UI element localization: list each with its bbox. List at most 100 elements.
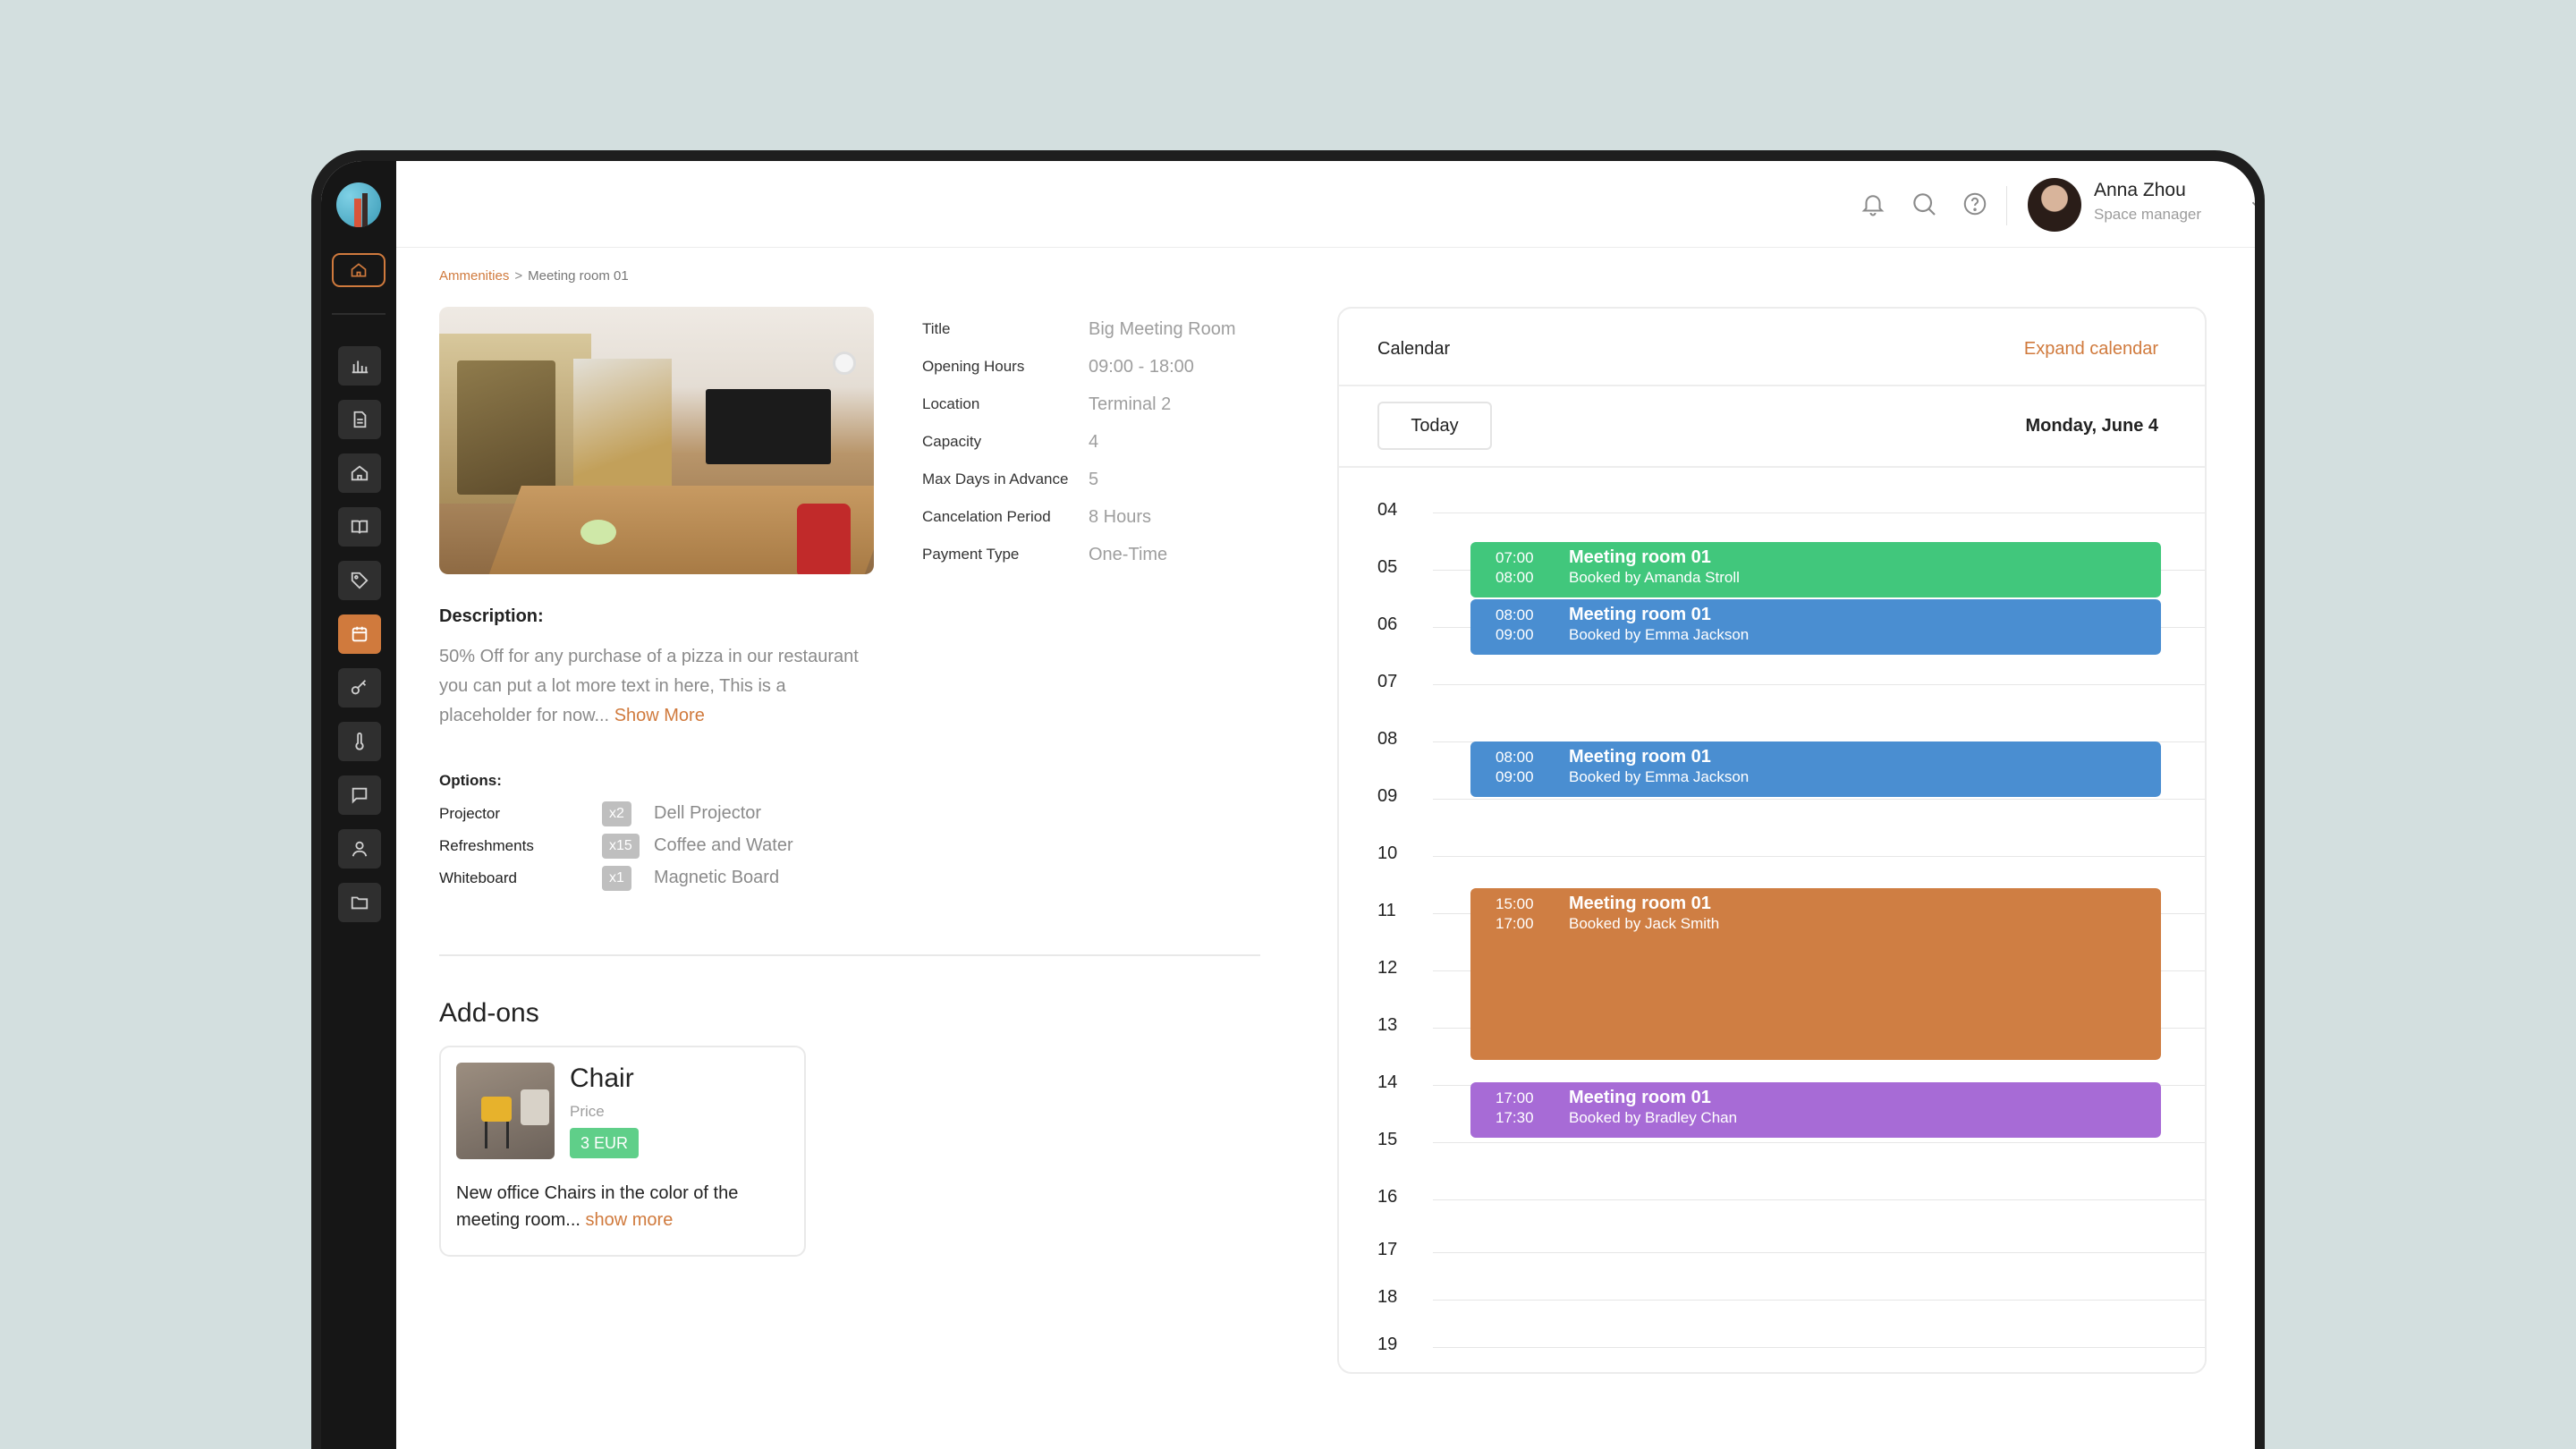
options-title: Options: [439, 772, 502, 789]
addon-price-badge: 3 EUR [570, 1128, 640, 1158]
event-start-time: 07:00 [1496, 549, 1534, 566]
detail-label: Payment Type [922, 546, 1020, 563]
event-booked-by: Booked by Emma Jackson [1569, 768, 1750, 785]
hour-gridline [1433, 799, 2205, 800]
description-text: 50% Off for any purchase of a pizza in o… [439, 642, 877, 731]
hour-label: 12 [1377, 958, 1398, 978]
addon-price-label: Price [570, 1103, 605, 1120]
event-start-time: 08:00 [1496, 606, 1534, 623]
detail-value: 4 [1089, 432, 1099, 452]
document-icon [353, 411, 367, 428]
calendar-event[interactable]: 08:00 09:00 Meeting room 01 Booked by Emma … [1470, 741, 2161, 797]
event-end-time: 09:00 [1496, 626, 1534, 643]
option-description: Magnetic Board [654, 868, 780, 887]
hour-label: 07 [1377, 672, 1398, 691]
breadcrumb-current: Meeting room 01 [528, 268, 629, 284]
hour-label: 04 [1377, 500, 1398, 520]
calendar-event[interactable]: 17:00 17:30 Meeting room 01 Booked by Bradl… [1470, 1082, 2161, 1138]
show-more-link[interactable]: Show More [614, 706, 705, 725]
event-start-time: 15:00 [1496, 895, 1534, 912]
sidebar-item-analytics[interactable] [338, 346, 381, 386]
calendar-date: Monday, June 4 [2025, 416, 2158, 436]
sidebar-item-climate[interactable] [338, 722, 381, 761]
hour-label: 18 [1377, 1287, 1398, 1307]
option-quantity-badge: x2 [602, 801, 631, 826]
header-divider [2006, 186, 2007, 225]
addon-image [456, 1063, 555, 1159]
book-icon [351, 520, 369, 534]
detail-value: Big Meeting Room [1089, 319, 1236, 339]
thermometer-icon [355, 732, 364, 750]
logo[interactable] [336, 182, 381, 227]
chat-icon [352, 787, 368, 804]
event-start-time: 08:00 [1496, 749, 1534, 766]
hour-gridline [1433, 1142, 2205, 1143]
avatar[interactable] [2028, 178, 2081, 232]
breadcrumb-separator: > [514, 268, 523, 284]
hour-gridline [1433, 684, 2205, 685]
option-description: Dell Projector [654, 803, 762, 823]
calendar-event[interactable]: 08:00 09:00 Meeting room 01 Booked by Emma … [1470, 599, 2161, 655]
detail-label: Location [922, 395, 980, 412]
option-name: Whiteboard [439, 869, 517, 886]
hour-label: 09 [1377, 786, 1398, 806]
sidebar-item-library[interactable] [338, 507, 381, 547]
search-icon [1913, 193, 1936, 216]
option-name: Projector [439, 805, 501, 822]
user-role: Space manager [2094, 206, 2202, 223]
event-title: Meeting room 01 [1569, 894, 1711, 913]
hour-gridline [1433, 1199, 2205, 1200]
user-name: Anna Zhou [2094, 180, 2186, 200]
sidebar-item-keys[interactable] [338, 668, 381, 708]
search-button[interactable] [1908, 188, 1940, 220]
today-button[interactable]: Today [1377, 402, 1492, 450]
help-button[interactable] [1959, 188, 1991, 220]
chevron-down-icon [2251, 201, 2255, 207]
event-booked-by: Booked by Jack Smith [1569, 915, 1720, 932]
hour-gridline [1433, 856, 2205, 857]
sidebar-item-calendar[interactable] [338, 614, 381, 654]
detail-label: Title [922, 320, 951, 337]
sidebar [321, 161, 396, 1449]
expand-calendar-link[interactable]: Expand calendar [2024, 339, 2158, 360]
hour-label: 08 [1377, 729, 1398, 749]
breadcrumb-parent[interactable]: Ammenities [439, 268, 509, 284]
option-name: Refreshments [439, 837, 534, 854]
sidebar-item-documents[interactable] [338, 400, 381, 439]
sidebar-item-messages[interactable] [338, 775, 381, 815]
hour-gridline [1433, 1347, 2205, 1348]
event-booked-by: Booked by Bradley Chan [1569, 1109, 1738, 1126]
hour-label: 15 [1377, 1130, 1398, 1149]
hour-label: 19 [1377, 1335, 1398, 1354]
event-title: Meeting room 01 [1569, 547, 1711, 567]
device-frame: Anna Zhou Space manager Ammenities > Meeti… [311, 150, 2265, 1449]
user-menu-toggle[interactable] [2248, 195, 2255, 219]
detail-value: Terminal 2 [1089, 394, 1172, 414]
home-button[interactable] [332, 253, 386, 287]
sidebar-item-home[interactable] [338, 453, 381, 493]
addon-card[interactable]: Chair Price 3 EUR New office Chairs in t… [439, 1046, 806, 1257]
addon-show-more-link[interactable]: show more [586, 1210, 674, 1230]
calendar-divider [1339, 385, 2205, 386]
hour-label: 14 [1377, 1072, 1398, 1092]
sidebar-item-tags[interactable] [338, 561, 381, 600]
calendar-event[interactable]: 15:00 17:00 Meeting room 01 Booked by Jack … [1470, 888, 2161, 1060]
detail-label: Capacity [922, 433, 982, 450]
key-icon [351, 680, 367, 695]
option-quantity-badge: x1 [602, 866, 631, 891]
event-booked-by: Booked by Amanda Stroll [1569, 569, 1740, 586]
top-header: Anna Zhou Space manager [396, 161, 2255, 248]
folder-icon [351, 896, 369, 910]
notifications-button[interactable] [1857, 188, 1889, 220]
event-booked-by: Booked by Emma Jackson [1569, 626, 1750, 643]
hour-label: 11 [1377, 901, 1396, 920]
event-title: Meeting room 01 [1569, 1088, 1711, 1107]
sidebar-item-files[interactable] [338, 883, 381, 922]
sidebar-divider [332, 313, 386, 315]
hour-gridline [1433, 1252, 2205, 1253]
bell-icon [1861, 195, 1885, 216]
tag-icon [351, 572, 369, 589]
sidebar-item-users[interactable] [338, 829, 381, 869]
addon-description: New office Chairs in the color of the me… [456, 1180, 796, 1233]
calendar-event[interactable]: 07:00 08:00 Meeting room 01 Booked by Amand… [1470, 542, 2161, 597]
